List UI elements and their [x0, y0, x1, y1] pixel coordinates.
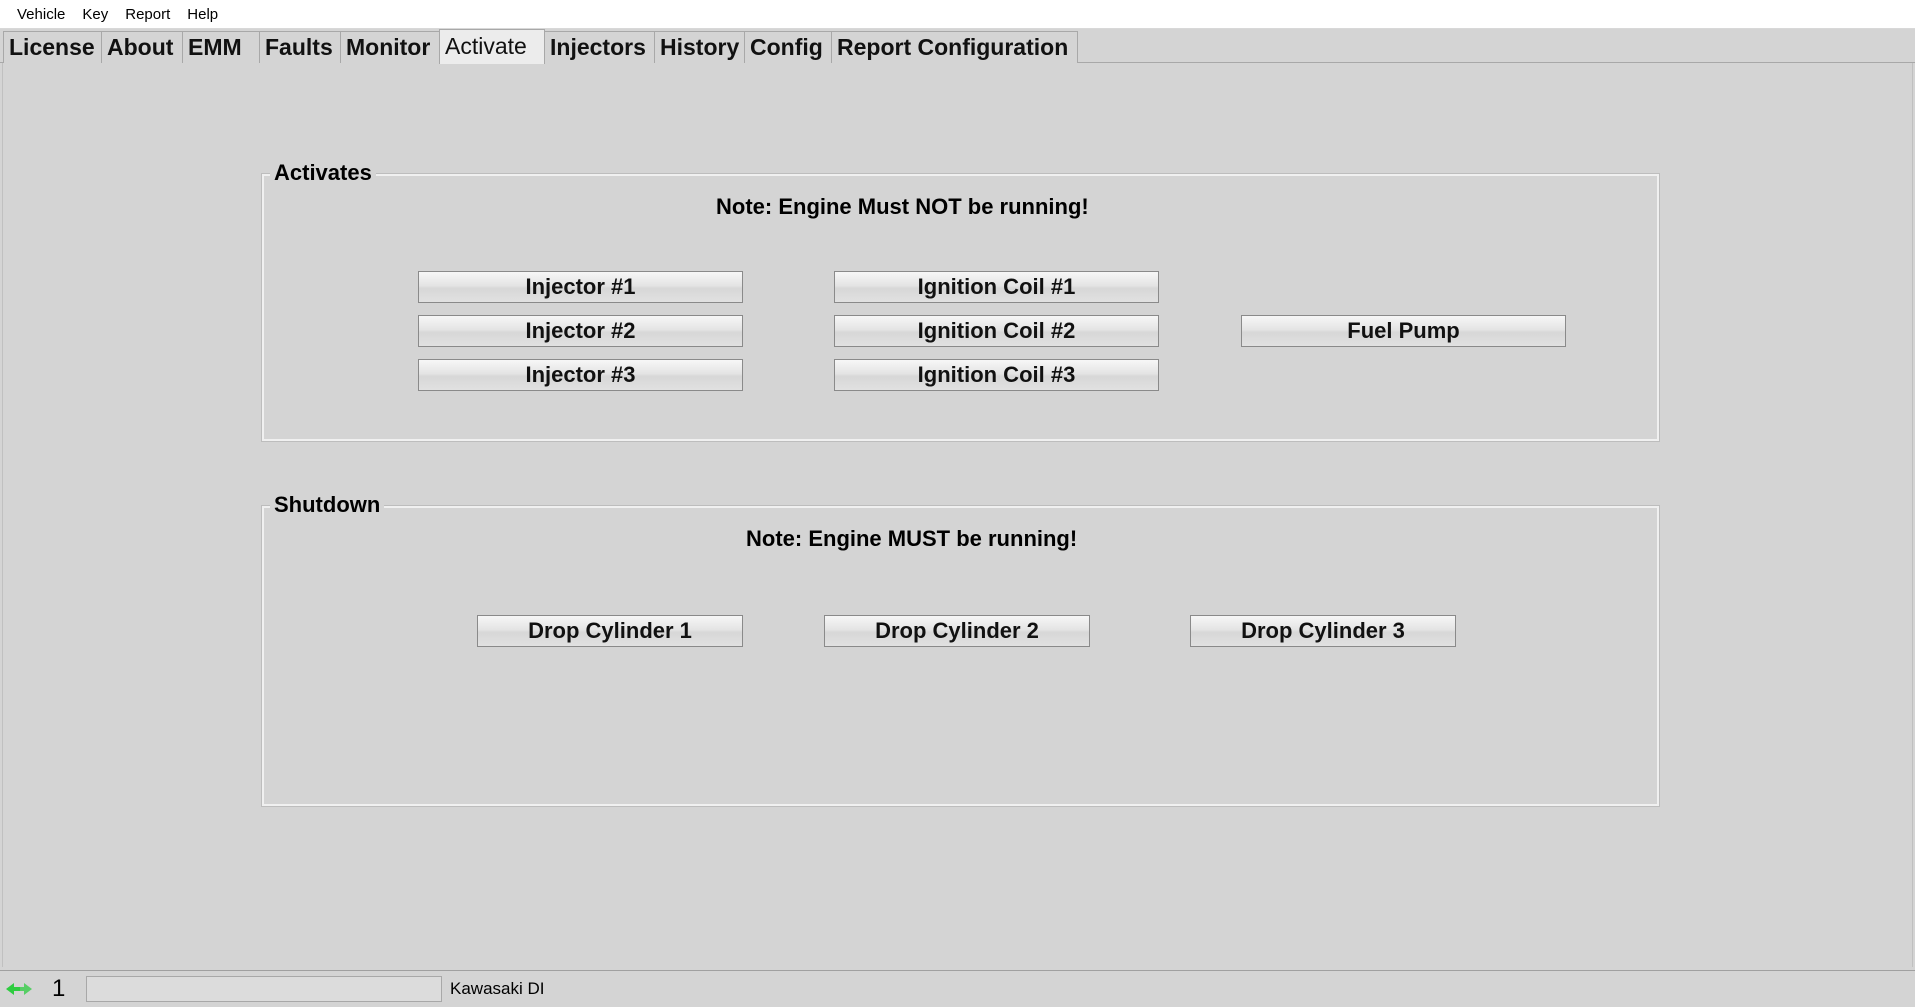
menu-bar: Vehicle Key Report Help [0, 0, 1915, 29]
tab-activate[interactable]: Activate [439, 29, 545, 64]
tab-monitor[interactable]: Monitor [340, 31, 440, 63]
tab-injectors[interactable]: Injectors [544, 31, 655, 63]
tab-about[interactable]: About [101, 31, 183, 63]
ignition-coil-3-button[interactable]: Ignition Coil #3 [834, 359, 1159, 391]
activates-group-title: Activates [270, 160, 376, 186]
shutdown-group: Shutdown Note: Engine MUST be running! D… [261, 492, 1660, 807]
drop-cylinder-2-button[interactable]: Drop Cylinder 2 [824, 615, 1090, 647]
tab-emm[interactable]: EMM [182, 31, 260, 63]
status-count: 1 [52, 975, 66, 1002]
ignition-coil-1-button[interactable]: Ignition Coil #1 [834, 271, 1159, 303]
menu-report[interactable]: Report [118, 0, 180, 29]
ignition-coil-2-button[interactable]: Ignition Coil #2 [834, 315, 1159, 347]
activates-note: Note: Engine Must NOT be running! [716, 194, 1089, 219]
injector-3-button[interactable]: Injector #3 [418, 359, 743, 391]
vehicle-name: Kawasaki DI [450, 979, 545, 998]
menu-vehicle[interactable]: Vehicle [10, 0, 75, 29]
tab-faults[interactable]: Faults [259, 31, 341, 63]
injector-2-button[interactable]: Injector #2 [418, 315, 743, 347]
connection-icon [4, 979, 34, 999]
progress-bar [86, 976, 442, 1002]
tab-config[interactable]: Config [744, 31, 832, 63]
tab-bar: License About EMM Faults Monitor Activat… [0, 29, 1915, 64]
tab-history[interactable]: History [654, 31, 745, 63]
tab-license[interactable]: License [3, 31, 102, 63]
drop-cylinder-3-button[interactable]: Drop Cylinder 3 [1190, 615, 1456, 647]
shutdown-note: Note: Engine MUST be running! [746, 526, 1078, 551]
activate-panel: Activates Note: Engine Must NOT be runni… [2, 63, 1913, 967]
menu-help[interactable]: Help [180, 0, 228, 29]
injector-1-button[interactable]: Injector #1 [418, 271, 743, 303]
fuel-pump-button[interactable]: Fuel Pump [1241, 315, 1566, 347]
menu-key[interactable]: Key [75, 0, 118, 29]
activates-group: Activates Note: Engine Must NOT be runni… [261, 160, 1660, 442]
shutdown-group-title: Shutdown [270, 492, 385, 518]
status-bar: 1 Kawasaki DI [0, 970, 1915, 1007]
drop-cylinder-1-button[interactable]: Drop Cylinder 1 [477, 615, 743, 647]
tab-report-configuration[interactable]: Report Configuration [831, 31, 1078, 63]
